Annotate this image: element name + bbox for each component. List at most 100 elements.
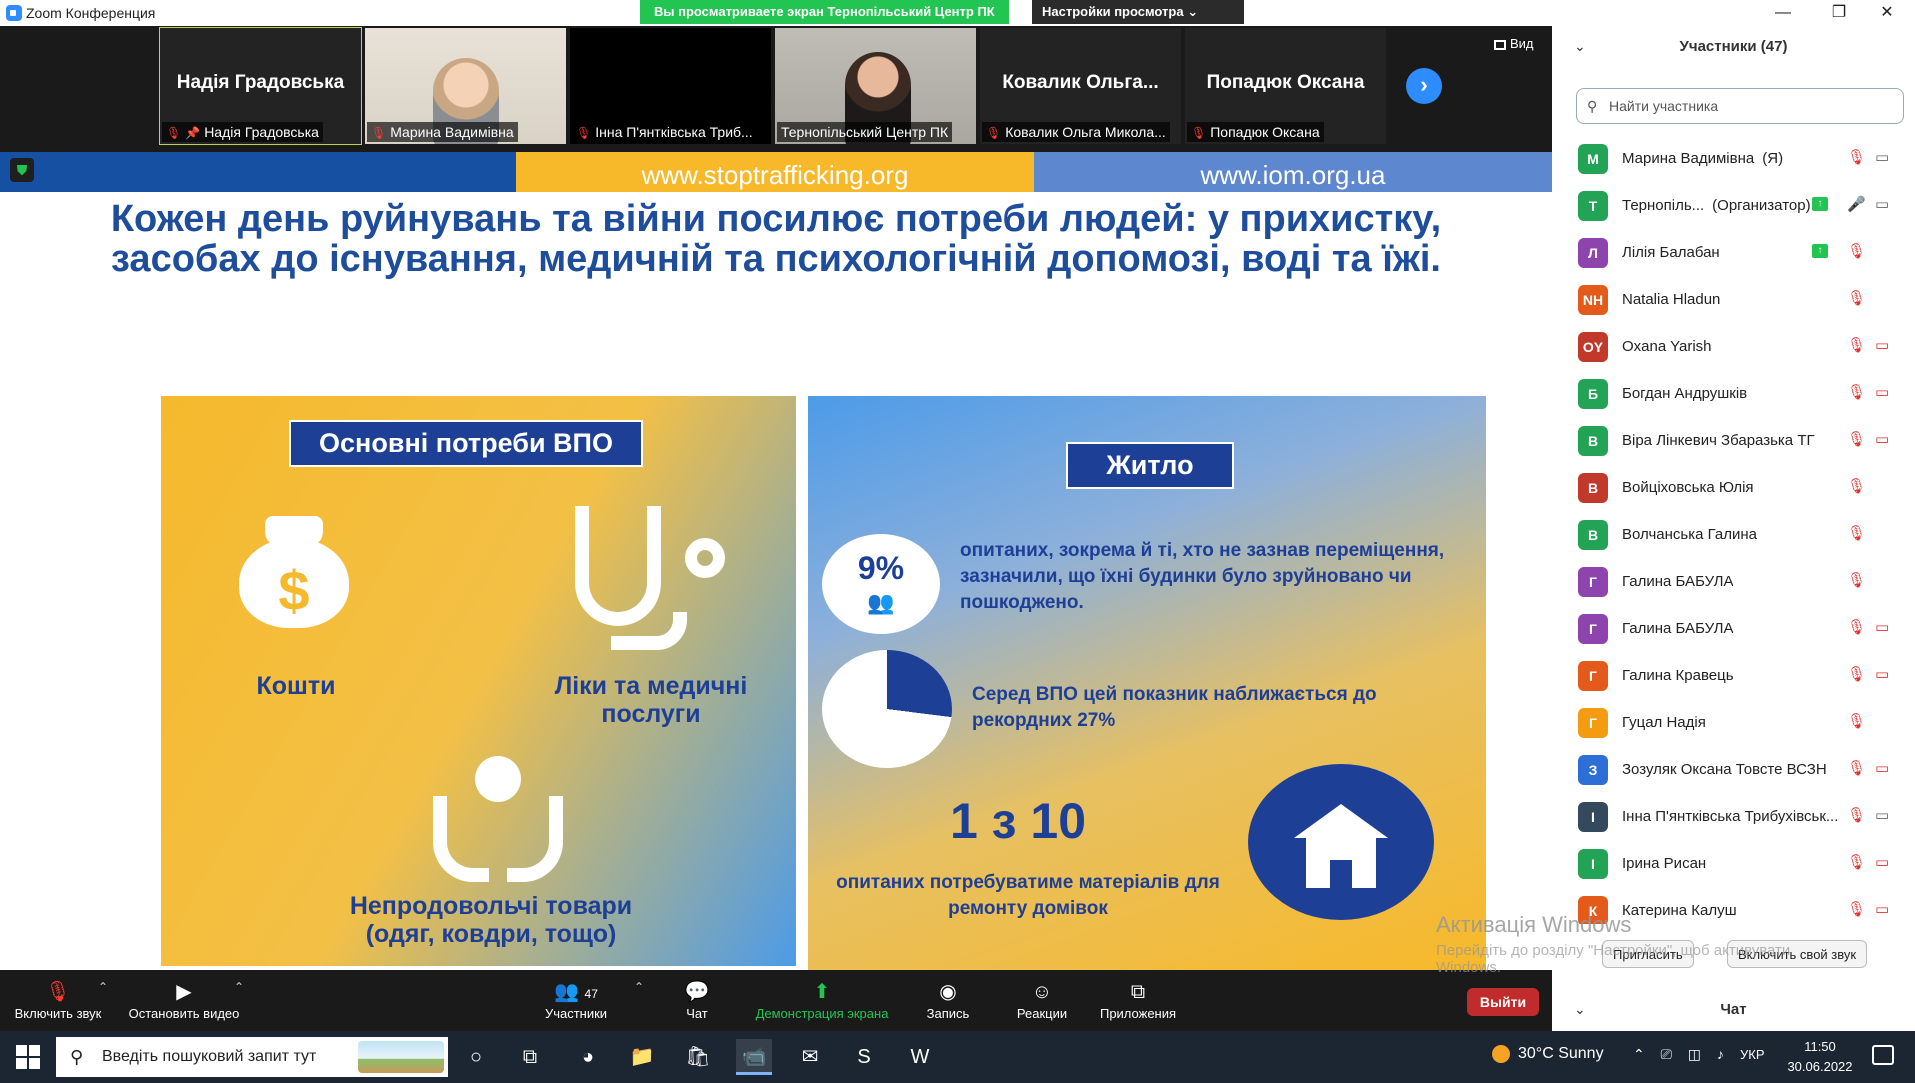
taskbar-clock[interactable]: 11:50 30.06.2022 (1780, 1037, 1860, 1077)
participant-row[interactable]: Л Лілія Балабан ↑ 🎙 (1552, 228, 1915, 275)
word-icon[interactable]: W (902, 1039, 938, 1075)
chat-button[interactable]: 💬 Чат (672, 978, 722, 1021)
avatar: Т (1578, 191, 1608, 221)
participant-row[interactable]: NH Natalia Hladun 🎙 (1552, 275, 1915, 322)
participant-row[interactable]: Г Гуцал Надія 🎙 (1552, 698, 1915, 745)
participants-count: 47 (584, 987, 598, 1001)
reactions-button[interactable]: ☺ Реакции (1010, 978, 1074, 1021)
participant-name-text: Тернопіль... (1622, 197, 1705, 214)
video-tile[interactable]: 🎙 Інна П'янтківська Триб... (570, 28, 771, 144)
slide-headline: Кожен день руйнувань та війни посилює по… (60, 199, 1492, 279)
video-tile[interactable]: Ковалик Ольга... 🎙 Ковалик Ольга Микола... (980, 28, 1181, 144)
file-explorer-icon[interactable]: 📁 (624, 1039, 660, 1075)
participant-name: Гуцал Надія (1622, 714, 1706, 731)
apps-icon: ⧉ (1130, 981, 1146, 1003)
video-tile[interactable]: Надія Градовська 🎙 📌 Надія Градовська (159, 27, 362, 145)
headline-line-1: Кожен день руйнувань та війни посилює по… (110, 198, 1442, 240)
restore-icon[interactable]: ❐ (1812, 0, 1866, 26)
unmute-button[interactable]: 🎙 Включить звук (10, 978, 106, 1021)
participant-row[interactable]: В Войціховська Юлія 🎙 (1552, 463, 1915, 510)
participant-name-text: Oxana Yarish (1622, 338, 1712, 355)
participants-options-caret-icon[interactable]: ⌃ (634, 980, 644, 994)
next-tiles-button[interactable]: › (1406, 68, 1442, 104)
participant-row[interactable]: Б Богдан Андрушків 🎙 ▭ (1552, 369, 1915, 416)
participants-panel-title: Участники (47) (1679, 38, 1788, 55)
mic-muted-icon: 🎙 (1847, 901, 1867, 918)
participant-row[interactable]: М Марина Вадимівна (Я) 🎙 ▭ (1552, 134, 1915, 181)
participant-search-input[interactable]: ⚲ Найти участника (1576, 88, 1904, 124)
mic-muted-icon: 🎙 (1847, 384, 1867, 401)
shield-icon[interactable]: ⛊ (10, 158, 34, 182)
audio-options-caret-icon[interactable]: ⌃ (98, 980, 108, 994)
participant-name: Войціховська Юлія (1622, 479, 1754, 496)
participant-row[interactable]: Г Галина БАБУЛА 🎙 (1552, 557, 1915, 604)
participant-name: Oxana Yarish (1622, 338, 1712, 355)
participant-row[interactable]: І Інна П'янтківська Трибухівськ... 🎙 ▭ (1552, 792, 1915, 839)
mic-muted-icon: 🎙 (576, 126, 592, 140)
system-tray-icons[interactable]: ⌃ ⎚ ◫ ♪ (1633, 1046, 1730, 1063)
close-icon[interactable]: ✕ (1860, 0, 1914, 26)
url-stripe-1 (0, 152, 516, 192)
apps-button[interactable]: ⧉ Приложения (1094, 978, 1182, 1021)
participant-row[interactable]: В Віра Лінкевич Збаразька ТГ 🎙 ▭ (1552, 416, 1915, 463)
participant-name-text: Інна П'янтківська Трибухівськ... (1622, 808, 1839, 825)
video-options-caret-icon[interactable]: ⌃ (234, 980, 244, 994)
video-tile[interactable]: Тернопільський Центр ПК (775, 28, 976, 144)
mic-muted-icon: 🎙 (986, 126, 1002, 140)
exit-button[interactable]: Выйти (1467, 988, 1539, 1016)
needs-panel: Основні потреби ВПО $ Кошти Ліки та меди… (161, 396, 796, 966)
video-tile[interactable]: Попадюк Оксана 🎙 Попадюк Оксана (1185, 28, 1386, 144)
share-screen-button[interactable]: ⬆ Демонстрация экрана (746, 978, 898, 1021)
housing-panel: Житло 9% 👥 опитаних, зокрема й ті, хто н… (808, 396, 1486, 970)
record-button[interactable]: ◉ Запись (920, 978, 976, 1021)
mail-icon[interactable]: ✉ (792, 1039, 828, 1075)
store-icon[interactable]: 🛍 (680, 1039, 716, 1075)
participant-row[interactable]: В Волчанська Галина 🎙 (1552, 510, 1915, 557)
skype-icon[interactable]: S (846, 1039, 882, 1075)
participant-row[interactable]: З Зозуляк Оксана Товсте ВСЗН 🎙 ▭ (1552, 745, 1915, 792)
language-indicator[interactable]: УКР (1740, 1047, 1765, 1062)
view-settings-dropdown[interactable]: Настройки просмотра ⌄ (1032, 0, 1244, 24)
mic-muted-icon: 🎙 (1847, 149, 1867, 166)
ratio-text: опитаних потребуватиме матеріалів для ре… (836, 872, 1220, 919)
tile-label-text: Марина Вадимівна (390, 124, 514, 140)
stop-video-label: Остановить видео (128, 1006, 240, 1021)
view-button[interactable]: Вид (1494, 36, 1534, 51)
grid-icon (1494, 39, 1506, 50)
tile-big-name: Ковалик Ольга... (1002, 72, 1159, 93)
minimize-icon[interactable]: — (1756, 0, 1810, 26)
cortana-icon[interactable]: ○ (458, 1039, 494, 1075)
weather-widget[interactable]: 30°C Sunny (1492, 1045, 1604, 1063)
taskbar-search-input[interactable]: ⚲ Введіть пошуковий запит тут (56, 1037, 448, 1077)
mic-muted-icon: 🎙 (371, 126, 387, 140)
task-view-icon[interactable]: ⧉ (512, 1039, 548, 1075)
mic-muted-icon: 🎙 (1847, 572, 1867, 589)
chrome-icon[interactable]: ◕ (570, 1039, 606, 1075)
windows-start-icon[interactable] (16, 1045, 40, 1069)
camera-off-icon: ▭ (1875, 854, 1890, 871)
participant-row[interactable]: Т Тернопіль... (Организатор) ↑ 🎤 ▭ (1552, 181, 1915, 228)
participant-row[interactable]: Г Галина Кравець 🎙 ▭ (1552, 651, 1915, 698)
percent-value: 9% (857, 550, 905, 586)
participant-name-text: Войціховська Юлія (1622, 479, 1754, 496)
participants-button[interactable]: 👥 47 Участники (540, 978, 612, 1021)
participant-name-text: Катерина Калуш (1622, 902, 1737, 919)
house-icon (1248, 764, 1434, 920)
avatar: І (1578, 849, 1608, 879)
participant-name: Галина БАБУЛА (1622, 620, 1733, 637)
mic-muted-icon: 🎙 (1191, 126, 1207, 140)
zoom-taskbar-icon[interactable]: 📹 (736, 1039, 772, 1075)
mic-muted-icon: 🎙 (1847, 243, 1867, 260)
stop-video-button[interactable]: ▶ Остановить видео (124, 978, 244, 1021)
video-tile[interactable]: 🎙 Марина Вадимівна (365, 28, 566, 144)
share-screen-icon: ⬆ (813, 981, 831, 1003)
participant-row[interactable]: OY Oxana Yarish 🎙 ▭ (1552, 322, 1915, 369)
search-highlight-image (358, 1041, 444, 1073)
search-placeholder: Найти участника (1609, 98, 1719, 114)
participant-row[interactable]: Г Галина БАБУЛА 🎙 ▭ (1552, 604, 1915, 651)
notifications-icon[interactable] (1872, 1045, 1894, 1065)
reactions-icon: ☺ (1031, 981, 1053, 1003)
participant-row[interactable]: І Ірина Рисан 🎙 ▭ (1552, 839, 1915, 886)
sun-icon (1492, 1045, 1510, 1063)
chat-panel-title: Чат (1720, 1001, 1747, 1018)
